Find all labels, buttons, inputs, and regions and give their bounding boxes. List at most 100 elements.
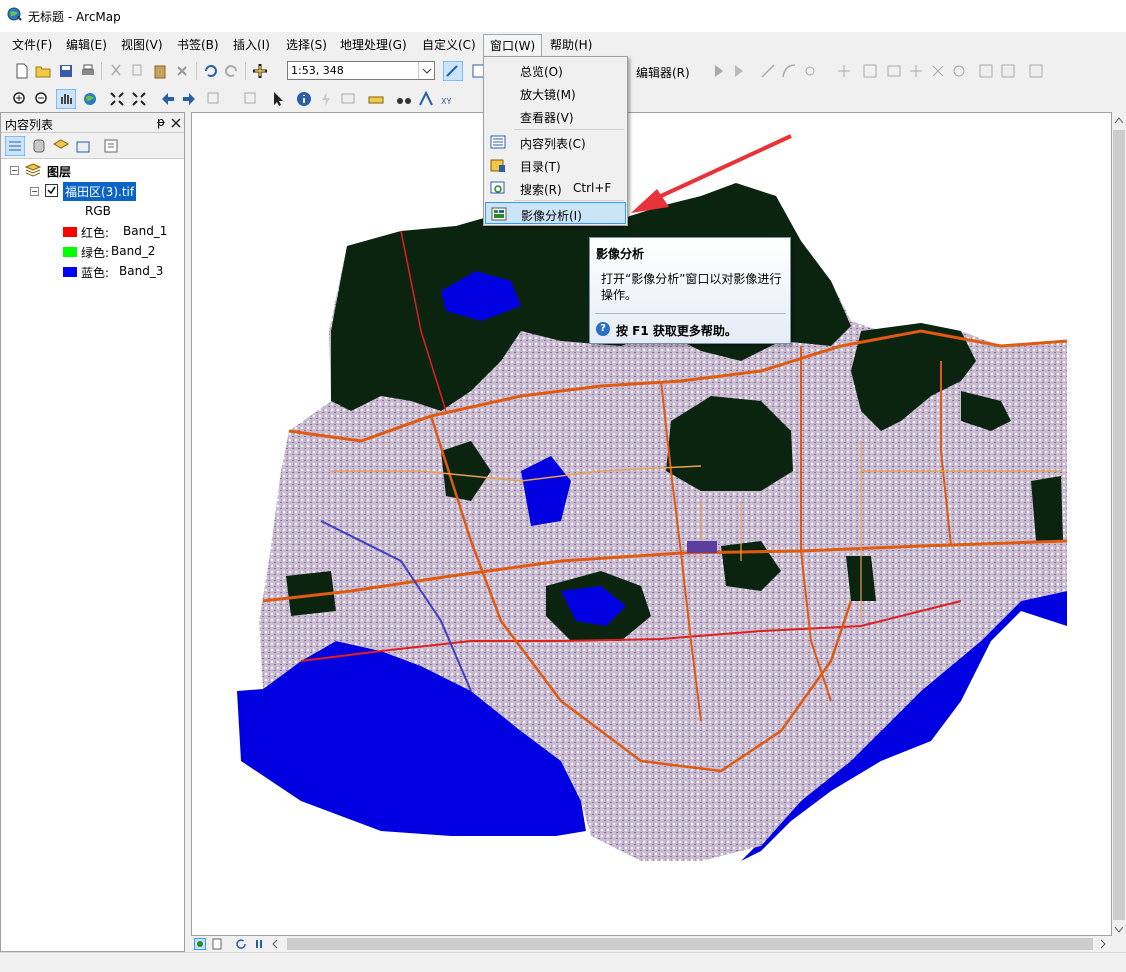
chevron-down-icon[interactable] — [418, 62, 434, 79]
map-scale-combobox[interactable]: 1:53, 348 — [287, 61, 435, 80]
red-band-swatch — [63, 227, 77, 237]
sketch-properties-icon[interactable] — [1000, 63, 1016, 79]
menu-item-catalog[interactable]: 目录(T) — [485, 154, 626, 176]
options-icon[interactable] — [103, 138, 119, 154]
open-folder-icon[interactable] — [35, 63, 51, 79]
save-icon[interactable] — [58, 63, 74, 79]
delete-icon[interactable] — [174, 63, 190, 79]
image-analysis-icon — [491, 207, 507, 221]
select-features-icon[interactable] — [206, 91, 222, 107]
redo-icon[interactable] — [224, 63, 240, 79]
blue-band-name: Band_3 — [119, 264, 164, 278]
find-binoculars-icon[interactable] — [396, 91, 412, 107]
split-icon[interactable] — [886, 63, 902, 79]
menu-file[interactable]: 文件(F) — [12, 36, 52, 53]
red-band-label: 红色: — [81, 226, 110, 240]
menu-window[interactable]: 窗口(W) — [483, 34, 543, 56]
curve-icon[interactable] — [781, 63, 797, 79]
copy-icon[interactable] — [130, 63, 146, 79]
list-by-drawing-order-icon[interactable] — [5, 136, 25, 156]
menu-item-table-of-contents[interactable]: 内容列表(C) — [485, 131, 626, 153]
cut-polygon-icon[interactable] — [908, 63, 924, 79]
vertical-scroll-thumb[interactable] — [1113, 130, 1125, 920]
fixed-zoom-in-icon[interactable] — [109, 91, 125, 107]
scroll-down-icon[interactable] — [1114, 926, 1124, 934]
page-layout-icon[interactable] — [211, 938, 223, 950]
straight-segment-icon[interactable] — [760, 63, 776, 79]
menu-view[interactable]: 视图(V) — [121, 36, 163, 53]
horizontal-scroll-thumb[interactable] — [287, 938, 1093, 950]
back-extent-icon[interactable] — [160, 91, 176, 107]
layers-root-label[interactable]: 图层 — [47, 163, 71, 180]
menu-help[interactable]: 帮助(H) — [550, 36, 592, 53]
edit-tool-icon[interactable] — [711, 63, 727, 79]
attributes-icon[interactable] — [978, 63, 994, 79]
pause-drawing-icon[interactable] — [253, 938, 265, 950]
collapse-layers-toggle[interactable]: − — [10, 166, 19, 175]
add-data-icon[interactable] — [252, 63, 268, 79]
menu-item-viewer-label: 查看器(V) — [520, 111, 574, 125]
rotate-icon[interactable] — [951, 63, 967, 79]
zoom-in-icon[interactable] — [12, 91, 28, 107]
map-vertical-scrollbar[interactable] — [1112, 112, 1126, 936]
scroll-right-icon[interactable] — [1099, 939, 1107, 949]
print-icon[interactable] — [80, 63, 96, 79]
edit-annotation-icon[interactable] — [731, 63, 747, 79]
zoom-out-icon[interactable] — [34, 91, 50, 107]
sketch-icon[interactable] — [836, 63, 852, 79]
map-horizontal-scrollbar[interactable] — [191, 936, 1112, 952]
cross-icon[interactable] — [930, 63, 946, 79]
layer-visibility-checkbox[interactable] — [45, 184, 58, 197]
create-features-icon[interactable] — [1028, 63, 1044, 79]
scroll-up-icon[interactable] — [1114, 116, 1124, 124]
menu-geoprocessing[interactable]: 地理处理(G) — [340, 36, 407, 53]
menu-item-image-analysis[interactable]: 影像分析(I) — [485, 202, 626, 224]
fixed-zoom-out-icon[interactable] — [131, 91, 147, 107]
paste-icon[interactable] — [152, 63, 168, 79]
toc-list-icon — [490, 135, 506, 149]
hyperlink-icon[interactable] — [318, 91, 334, 107]
menu-select[interactable]: 选择(S) — [286, 36, 327, 53]
close-icon[interactable] — [171, 118, 181, 128]
menu-item-overview[interactable]: 总览(O) — [485, 59, 626, 81]
layer-name[interactable]: 福田区(3).tif — [63, 182, 137, 201]
list-by-visibility-icon[interactable] — [53, 138, 69, 154]
menu-bookmarks[interactable]: 书签(B) — [177, 36, 219, 53]
search-window-icon — [490, 181, 505, 194]
menu-item-magnifier[interactable]: 放大镜(M) — [485, 82, 626, 104]
menu-item-search[interactable]: 搜索(R) Ctrl+F — [485, 177, 626, 199]
pan-hand-icon[interactable] — [56, 89, 76, 109]
menu-item-viewer[interactable]: 查看器(V) — [485, 105, 626, 127]
editor-menu[interactable]: 编辑器(R) — [636, 64, 690, 81]
collapse-layer-toggle[interactable]: − — [30, 187, 39, 196]
pin-icon[interactable]: ᵽ — [157, 115, 165, 129]
list-by-source-icon[interactable] — [31, 138, 47, 154]
identify-icon[interactable] — [296, 91, 312, 107]
menu-edit[interactable]: 编辑(E) — [66, 36, 107, 53]
new-document-icon[interactable] — [14, 63, 30, 79]
scroll-left-icon[interactable] — [271, 939, 279, 949]
layout-view-icon[interactable] — [194, 938, 206, 950]
menu-item-magnifier-label: 放大镜(M) — [520, 88, 576, 102]
menu-customize[interactable]: 自定义(C) — [422, 36, 476, 53]
full-extent-globe-icon[interactable] — [82, 91, 98, 107]
menu-insert[interactable]: 插入(I) — [233, 36, 270, 53]
cut-icon[interactable] — [108, 63, 124, 79]
arcmap-globe-icon — [7, 7, 22, 21]
point-icon[interactable] — [802, 63, 818, 79]
blue-band-swatch — [63, 267, 77, 277]
editor-toolbar-icon[interactable] — [443, 61, 463, 81]
select-elements-arrow-icon[interactable] — [270, 91, 286, 107]
reshape-icon[interactable] — [862, 63, 878, 79]
go-to-xy-icon[interactable]: XY — [440, 91, 456, 107]
refresh-icon[interactable] — [235, 938, 247, 950]
undo-icon[interactable] — [202, 63, 218, 79]
map-view[interactable] — [191, 112, 1112, 936]
list-by-selection-icon[interactable] — [75, 138, 91, 154]
find-route-icon[interactable] — [418, 91, 434, 107]
measure-icon[interactable] — [368, 91, 384, 107]
clear-selection-icon[interactable] — [243, 91, 259, 107]
forward-extent-icon[interactable] — [181, 91, 197, 107]
green-band-name: Band_2 — [111, 244, 156, 258]
html-popup-icon[interactable] — [340, 91, 356, 107]
